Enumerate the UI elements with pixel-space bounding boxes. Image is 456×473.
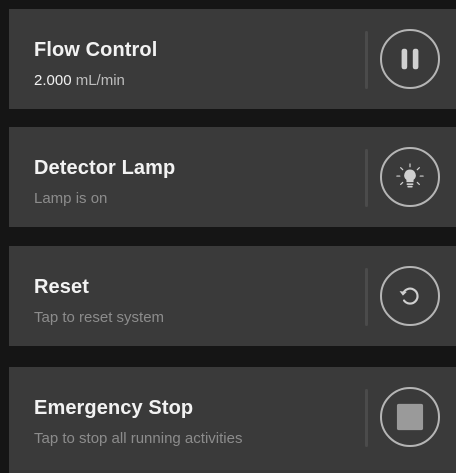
control-panel: Flow Control 2.000 mL/min Detector Lamp … bbox=[0, 0, 456, 473]
toggle-lamp-button[interactable] bbox=[380, 147, 440, 207]
flow-rate-value: 2.000 bbox=[34, 72, 72, 89]
card-divider bbox=[365, 389, 368, 447]
pause-icon bbox=[401, 48, 419, 70]
reset-title: Reset bbox=[34, 276, 89, 298]
emergency-stop-card: Emergency Stop Tap to stop all running a… bbox=[9, 367, 456, 473]
stop-icon bbox=[396, 403, 424, 431]
reset-icon bbox=[399, 287, 419, 305]
flow-rate-unit: mL/min bbox=[75, 72, 125, 89]
emergency-stop-title: Emergency Stop bbox=[34, 397, 194, 419]
card-divider bbox=[365, 31, 368, 89]
card-divider bbox=[365, 149, 368, 207]
lamp-status-text: Lamp is on bbox=[34, 190, 108, 207]
reset-system-button[interactable] bbox=[380, 266, 440, 326]
flow-rate-readout: 2.000 mL/min bbox=[34, 72, 125, 89]
reset-card: Reset Tap to reset system bbox=[9, 246, 456, 346]
flow-control-card: Flow Control 2.000 mL/min bbox=[9, 9, 456, 109]
emergency-stop-hint-text: Tap to stop all running activities bbox=[34, 430, 243, 447]
pause-flow-button[interactable] bbox=[380, 29, 440, 89]
emergency-stop-button[interactable] bbox=[380, 387, 440, 447]
lightbulb-icon bbox=[396, 163, 424, 188]
reset-hint-text: Tap to reset system bbox=[34, 309, 165, 326]
detector-lamp-title: Detector Lamp bbox=[34, 157, 176, 179]
flow-control-title: Flow Control bbox=[34, 39, 158, 61]
card-divider bbox=[365, 268, 368, 326]
detector-lamp-card: Detector Lamp Lamp is on bbox=[9, 127, 456, 227]
